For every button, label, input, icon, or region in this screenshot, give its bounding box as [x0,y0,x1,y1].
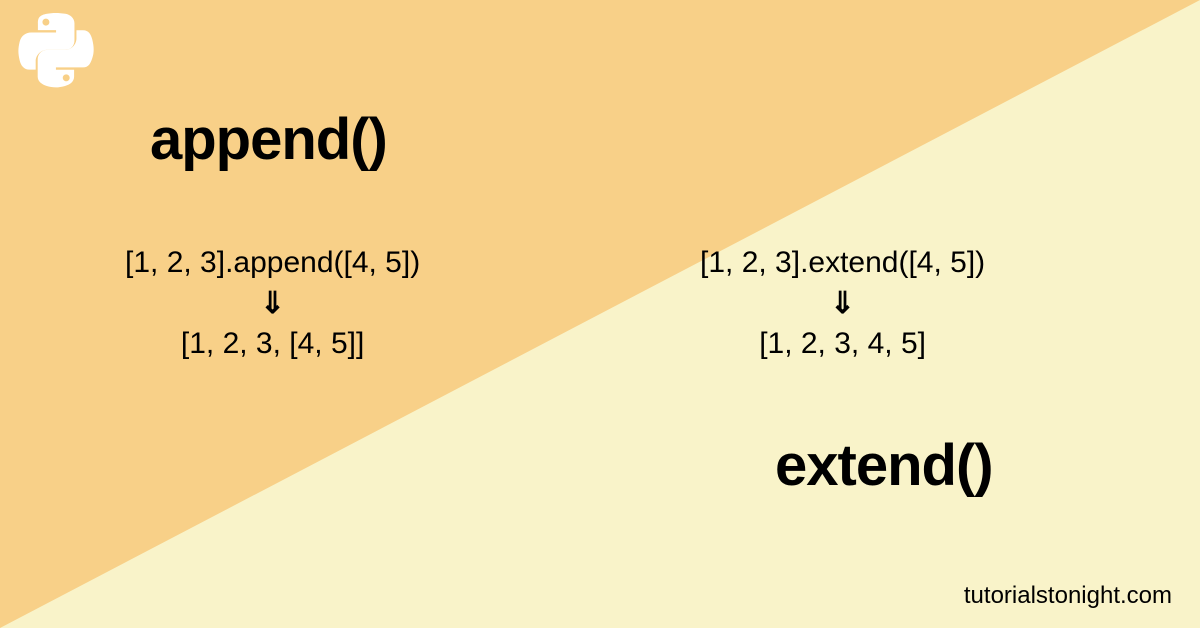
append-example-block: [1, 2, 3].append([4, 5]) ⇓ [1, 2, 3, [4,… [125,243,420,365]
python-logo-icon [18,12,94,88]
append-heading: append() [150,106,387,173]
down-arrow-icon: ⇓ [125,284,420,325]
down-arrow-icon: ⇓ [700,284,985,325]
append-result: [1, 2, 3, [4, 5]] [125,324,420,365]
append-code: [1, 2, 3].append([4, 5]) [125,243,420,284]
extend-code: [1, 2, 3].extend([4, 5]) [700,243,985,284]
extend-result: [1, 2, 3, 4, 5] [700,324,985,365]
footer-attribution: tutorialstonight.com [964,582,1172,610]
extend-heading: extend() [775,432,993,499]
extend-example-block: [1, 2, 3].extend([4, 5]) ⇓ [1, 2, 3, 4, … [700,243,985,365]
